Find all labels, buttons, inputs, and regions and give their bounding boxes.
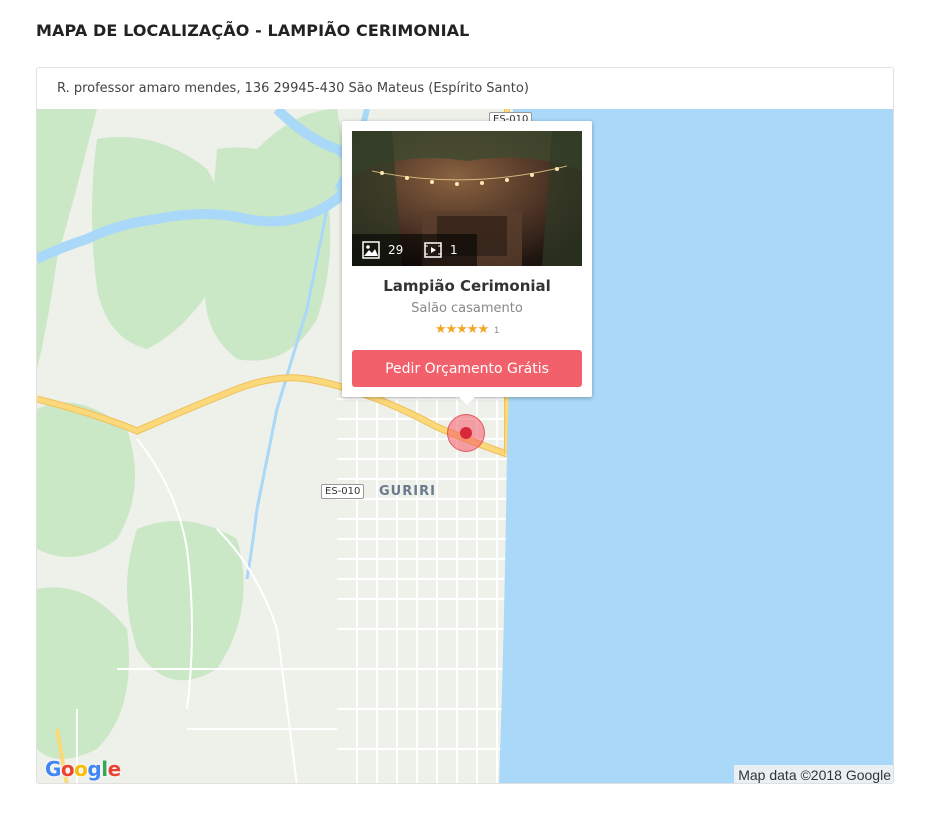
video-count-value: 1 (450, 243, 458, 257)
image-icon (362, 241, 380, 259)
star-icons: ★★★★★ (434, 321, 489, 336)
page-title: MAPA DE LOCALIZAÇÃO - LAMPIÃO CERIMONIAL (36, 21, 470, 40)
venue-photo[interactable]: 29 1 (352, 131, 582, 266)
google-logo[interactable]: Google (45, 757, 121, 781)
venue-category: Salão casamento (411, 301, 523, 316)
photo-count[interactable]: 29 (362, 241, 403, 259)
map-attribution[interactable]: Map data ©2018 Google (734, 765, 893, 783)
rating-count: 1 (494, 324, 500, 335)
info-window-tail (459, 397, 475, 405)
rating-stars: ★★★★★ 1 (342, 321, 592, 337)
location-marker[interactable] (447, 414, 485, 452)
marker-dot (460, 427, 472, 439)
venue-info-window[interactable]: 29 1 Lampião Cerimonial Salão casamento … (342, 121, 592, 405)
photo-count-value: 29 (388, 243, 404, 257)
address-text: R. professor amaro mendes, 136 29945-430… (37, 68, 893, 110)
place-label: GURIRI (379, 484, 436, 499)
media-count-strip: 29 1 (352, 234, 477, 266)
map-card: R. professor amaro mendes, 136 29945-430… (36, 67, 894, 784)
venue-name[interactable]: Lampião Cerimonial (342, 277, 592, 295)
map-canvas[interactable]: ES-010 ES-010 GURIRI 29 1 Lampião Cerimo… (37, 109, 893, 783)
road-shield: ES-010 (321, 484, 365, 499)
video-count[interactable]: 1 (424, 241, 458, 259)
video-icon (424, 242, 442, 258)
request-quote-button[interactable]: Pedir Orçamento Grátis (352, 350, 582, 387)
